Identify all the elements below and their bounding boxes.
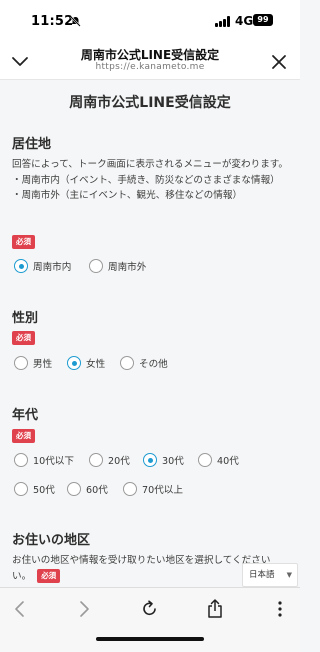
radio-label: 男性: [33, 359, 53, 370]
radio-button[interactable]: [67, 356, 81, 370]
radio-residence-outside[interactable]: 周南市外: [89, 258, 146, 274]
radio-age-70s[interactable]: 70代以上: [123, 481, 183, 497]
radio-label: 10代以下: [33, 456, 74, 467]
radio-age-50s[interactable]: 50代: [14, 481, 55, 497]
radio-label: 女性: [86, 359, 106, 370]
status-time: 11:52: [31, 14, 74, 29]
radio-button[interactable]: [120, 356, 134, 370]
residence-description: 回答によって、トーク画面に表示されるメニューが変わります。 ・周南市内（イベント…: [12, 157, 288, 204]
radio-label: 周南市外: [108, 262, 147, 273]
required-badge: 必須: [12, 331, 35, 345]
radio-label: 50代: [33, 485, 55, 496]
nav-header: 周南市公式LINE受信設定 https://e.kanameto.me: [0, 44, 300, 80]
share-icon[interactable]: [203, 598, 227, 620]
radio-label: 周南市内: [33, 262, 72, 273]
status-bar: 11:52 4G 99: [0, 0, 300, 44]
age-heading: 年代: [12, 408, 39, 423]
back-icon[interactable]: [8, 598, 32, 620]
required-badge: 必須: [37, 568, 61, 583]
more-icon[interactable]: [268, 598, 292, 620]
residence-description-line: ・周南市外（主にイベント、観光、移住などの情報）: [12, 190, 243, 201]
close-icon[interactable]: [270, 53, 288, 71]
radio-label: 30代: [162, 456, 184, 467]
form-title: 周南市公式LINE受信設定: [69, 95, 231, 111]
radio-button[interactable]: [14, 356, 28, 370]
language-select-value: 日本語: [249, 570, 275, 580]
residence-heading: 居住地: [12, 137, 52, 152]
area-heading: お住いの地区: [12, 533, 91, 548]
language-select[interactable]: 日本語 ▼: [242, 563, 298, 587]
residence-description-line: ・周南市内（イベント、手続き、防災などのさまざまな情報）: [12, 174, 280, 186]
bell-slash-icon: [70, 16, 81, 30]
radio-gender-other[interactable]: その他: [120, 355, 168, 371]
network-label: 4G: [235, 14, 254, 28]
radio-age-60s[interactable]: 60代: [67, 481, 108, 497]
radio-label: 60代: [86, 485, 108, 496]
radio-button[interactable]: [89, 259, 103, 273]
radio-button[interactable]: [14, 259, 28, 273]
gender-heading: 性別: [12, 311, 39, 326]
radio-label: 70代以上: [142, 485, 183, 496]
required-badge: 必須: [12, 429, 35, 443]
required-badge: 必須: [12, 235, 35, 249]
chevron-down-icon[interactable]: [10, 53, 30, 69]
signal-icon: [215, 16, 231, 27]
radio-button[interactable]: [14, 482, 28, 496]
area-description-tail: い。: [12, 570, 32, 582]
reload-icon[interactable]: [138, 598, 162, 620]
radio-button[interactable]: [67, 482, 81, 496]
radio-age-40s[interactable]: 40代: [198, 452, 239, 468]
browser-toolbar: [0, 587, 300, 652]
radio-age-10s[interactable]: 10代以下: [14, 452, 74, 468]
radio-gender-male[interactable]: 男性: [14, 355, 52, 371]
radio-label: その他: [139, 359, 168, 370]
radio-label: 20代: [108, 456, 130, 467]
radio-button[interactable]: [143, 453, 157, 467]
header-title: 周南市公式LINE受信設定: [80, 48, 220, 62]
radio-label: 40代: [217, 456, 239, 467]
battery-icon: 99: [253, 14, 273, 26]
radio-button[interactable]: [89, 453, 103, 467]
home-indicator: [96, 637, 204, 641]
radio-age-30s[interactable]: 30代: [143, 452, 184, 468]
radio-button[interactable]: [123, 482, 137, 496]
caret-down-icon: ▼: [286, 571, 292, 579]
radio-button[interactable]: [14, 453, 28, 467]
radio-age-20s[interactable]: 20代: [89, 452, 130, 468]
residence-description-line: 回答によって、トーク画面に表示されるメニューが変わります。: [12, 159, 289, 170]
radio-gender-female[interactable]: 女性: [67, 355, 105, 371]
radio-button[interactable]: [198, 453, 212, 467]
form-content: 周南市公式LINE受信設定 居住地 回答によって、トーク画面に表示されるメニュー…: [0, 81, 300, 587]
forward-icon[interactable]: [72, 598, 96, 620]
header-url: https://e.kanameto.me: [95, 62, 205, 72]
radio-residence-inside[interactable]: 周南市内: [14, 258, 71, 274]
